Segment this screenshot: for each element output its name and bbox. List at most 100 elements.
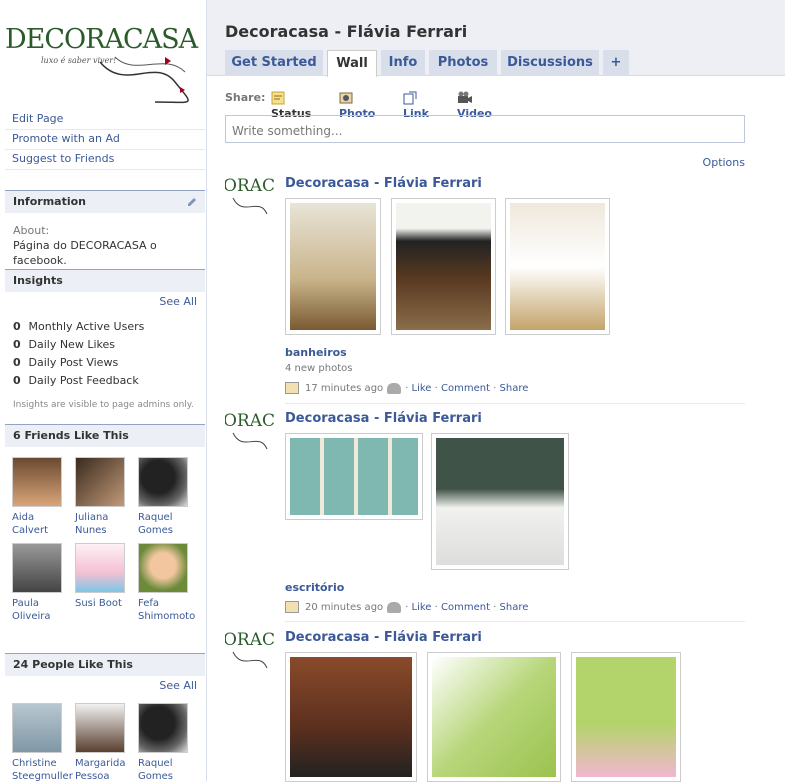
suggest-friends-link[interactable]: Suggest to Friends xyxy=(5,150,205,170)
friend-name[interactable]: Juliana Nunes xyxy=(75,511,129,537)
post-photo[interactable] xyxy=(285,433,423,520)
person-item[interactable]: Christine Steegmuller xyxy=(12,703,73,783)
post-photo[interactable] xyxy=(427,652,561,782)
status-input[interactable]: Write something... xyxy=(225,115,745,143)
tab-wall[interactable]: Wall xyxy=(327,50,377,77)
insight-row: 0 Daily Post Views xyxy=(5,354,205,372)
person-name[interactable]: Raquel Gomes xyxy=(138,757,192,783)
friend-photo[interactable] xyxy=(75,543,125,593)
share-link[interactable]: Share xyxy=(500,602,529,613)
post-avatar[interactable]: ORAC xyxy=(225,630,275,680)
person-name[interactable]: Margarida Pessoa xyxy=(75,757,129,783)
post-avatar[interactable]: ORAC xyxy=(225,411,275,461)
post-photo[interactable] xyxy=(285,652,417,782)
avatar-swirl-icon xyxy=(232,197,268,215)
friend-name[interactable]: Fefa Shimomoto xyxy=(138,597,195,623)
information-box: Information About: Página do DECORACASA … xyxy=(5,190,205,268)
person-name[interactable]: Christine Steegmuller xyxy=(12,757,73,783)
link-icon xyxy=(403,91,417,105)
friend-name[interactable]: Raquel Gomes xyxy=(138,511,192,537)
insight-label: Daily New Likes xyxy=(28,338,115,351)
page-title[interactable]: Decoracasa - Flávia Ferrari xyxy=(225,22,467,41)
post-time[interactable]: 17 minutes ago xyxy=(305,383,383,394)
friend-photo[interactable] xyxy=(12,457,62,507)
post-photo[interactable] xyxy=(285,198,381,335)
insight-row: 0 Daily New Likes xyxy=(5,336,205,354)
person-photo[interactable] xyxy=(75,703,125,753)
tab-info[interactable]: Info xyxy=(381,50,425,76)
audience-icon xyxy=(387,601,402,613)
comment-link[interactable]: Comment xyxy=(441,383,490,394)
post-meta: 17 minutes ago · Like · Comment · Share xyxy=(285,382,528,394)
album-icon xyxy=(285,382,299,394)
insight-label: Daily Post Views xyxy=(28,356,119,369)
logo-swirl-icon xyxy=(99,56,189,104)
share-link[interactable]: Share xyxy=(500,383,529,394)
photo-icon xyxy=(339,92,353,104)
wall-post: ORAC Decoracasa - Flávia Ferrari escritó… xyxy=(225,411,745,622)
insights-see-all-link[interactable]: See All xyxy=(5,294,205,310)
friend-name[interactable]: Aida Calvert xyxy=(12,511,66,537)
page-logo[interactable]: DECORACASA luxo é saber viver! xyxy=(5,22,205,108)
friend-item[interactable]: Aida Calvert xyxy=(12,457,66,537)
friend-item[interactable]: Paula Oliveira xyxy=(12,543,66,623)
insight-value: 0 xyxy=(13,356,21,369)
friend-name[interactable]: Paula Oliveira xyxy=(12,597,66,623)
friends-like-box: 6 Friends Like This Aida Calvert Juliana N… xyxy=(5,424,205,644)
friend-photo[interactable] xyxy=(138,543,188,593)
page-header: Decoracasa - Flávia Ferrari Get Started … xyxy=(207,0,785,77)
friend-name[interactable]: Susi Boot xyxy=(75,597,129,610)
album-title[interactable]: escritório xyxy=(285,581,344,594)
friend-item[interactable]: Susi Boot xyxy=(75,543,129,610)
share-label: Share: xyxy=(225,91,266,104)
post-time[interactable]: 20 minutes ago xyxy=(305,602,383,613)
post-photo[interactable] xyxy=(505,198,610,335)
edit-pencil-icon[interactable] xyxy=(187,197,197,207)
about-text: Página do DECORACASA o facebook. xyxy=(13,239,157,267)
tab-discussions[interactable]: Discussions xyxy=(501,50,599,76)
insights-box: Insights See All 0 Monthly Active Users … xyxy=(5,269,205,420)
post-avatar[interactable]: ORAC xyxy=(225,176,275,226)
edit-page-link[interactable]: Edit Page xyxy=(5,110,205,130)
video-icon xyxy=(458,91,472,103)
like-link[interactable]: Like xyxy=(412,383,432,394)
friend-item[interactable]: Raquel Gomes xyxy=(138,457,192,537)
friend-item[interactable]: Fefa Shimomoto xyxy=(138,543,195,623)
friend-photo[interactable] xyxy=(75,457,125,507)
information-title: Information xyxy=(13,195,86,208)
people-like-box: 24 People Like This See All Christine Ste… xyxy=(5,653,205,783)
post-divider xyxy=(285,621,745,622)
friend-photo[interactable] xyxy=(12,543,62,593)
like-link[interactable]: Like xyxy=(412,602,432,613)
album-title[interactable]: banheiros xyxy=(285,346,347,359)
person-photo[interactable] xyxy=(138,703,188,753)
add-tab-button[interactable]: + xyxy=(603,50,629,76)
person-item[interactable]: Raquel Gomes xyxy=(138,703,192,783)
person-photo[interactable] xyxy=(12,703,62,753)
friend-photo[interactable] xyxy=(138,457,188,507)
post-photo[interactable] xyxy=(571,652,681,782)
post-author[interactable]: Decoracasa - Flávia Ferrari xyxy=(285,176,482,191)
post-author[interactable]: Decoracasa - Flávia Ferrari xyxy=(285,630,482,645)
options-link[interactable]: Options xyxy=(703,156,745,169)
people-see-all-link[interactable]: See All xyxy=(5,678,205,694)
page-admin-links: Edit Page Promote with an Ad Suggest to … xyxy=(5,110,205,170)
left-sidebar: DECORACASA luxo é saber viver! Edit Page… xyxy=(0,0,207,783)
friend-item[interactable]: Juliana Nunes xyxy=(75,457,129,537)
insight-label: Monthly Active Users xyxy=(28,320,145,333)
post-author[interactable]: Decoracasa - Flávia Ferrari xyxy=(285,411,482,426)
post-photo[interactable] xyxy=(431,433,569,570)
insight-value: 0 xyxy=(13,320,21,333)
tab-photos[interactable]: Photos xyxy=(429,50,497,76)
promote-ad-link[interactable]: Promote with an Ad xyxy=(5,130,205,150)
insights-heading: Insights xyxy=(5,269,205,292)
post-photo[interactable] xyxy=(391,198,496,335)
insight-row: 0 Monthly Active Users xyxy=(5,318,205,336)
post-meta: 20 minutes ago · Like · Comment · Share xyxy=(285,601,528,613)
comment-link[interactable]: Comment xyxy=(441,602,490,613)
person-item[interactable]: Margarida Pessoa xyxy=(75,703,129,783)
insight-value: 0 xyxy=(13,338,21,351)
tab-get-started[interactable]: Get Started xyxy=(225,50,323,76)
insights-note: Insights are visible to page admins only… xyxy=(13,400,194,410)
friends-like-heading: 6 Friends Like This xyxy=(5,424,205,447)
